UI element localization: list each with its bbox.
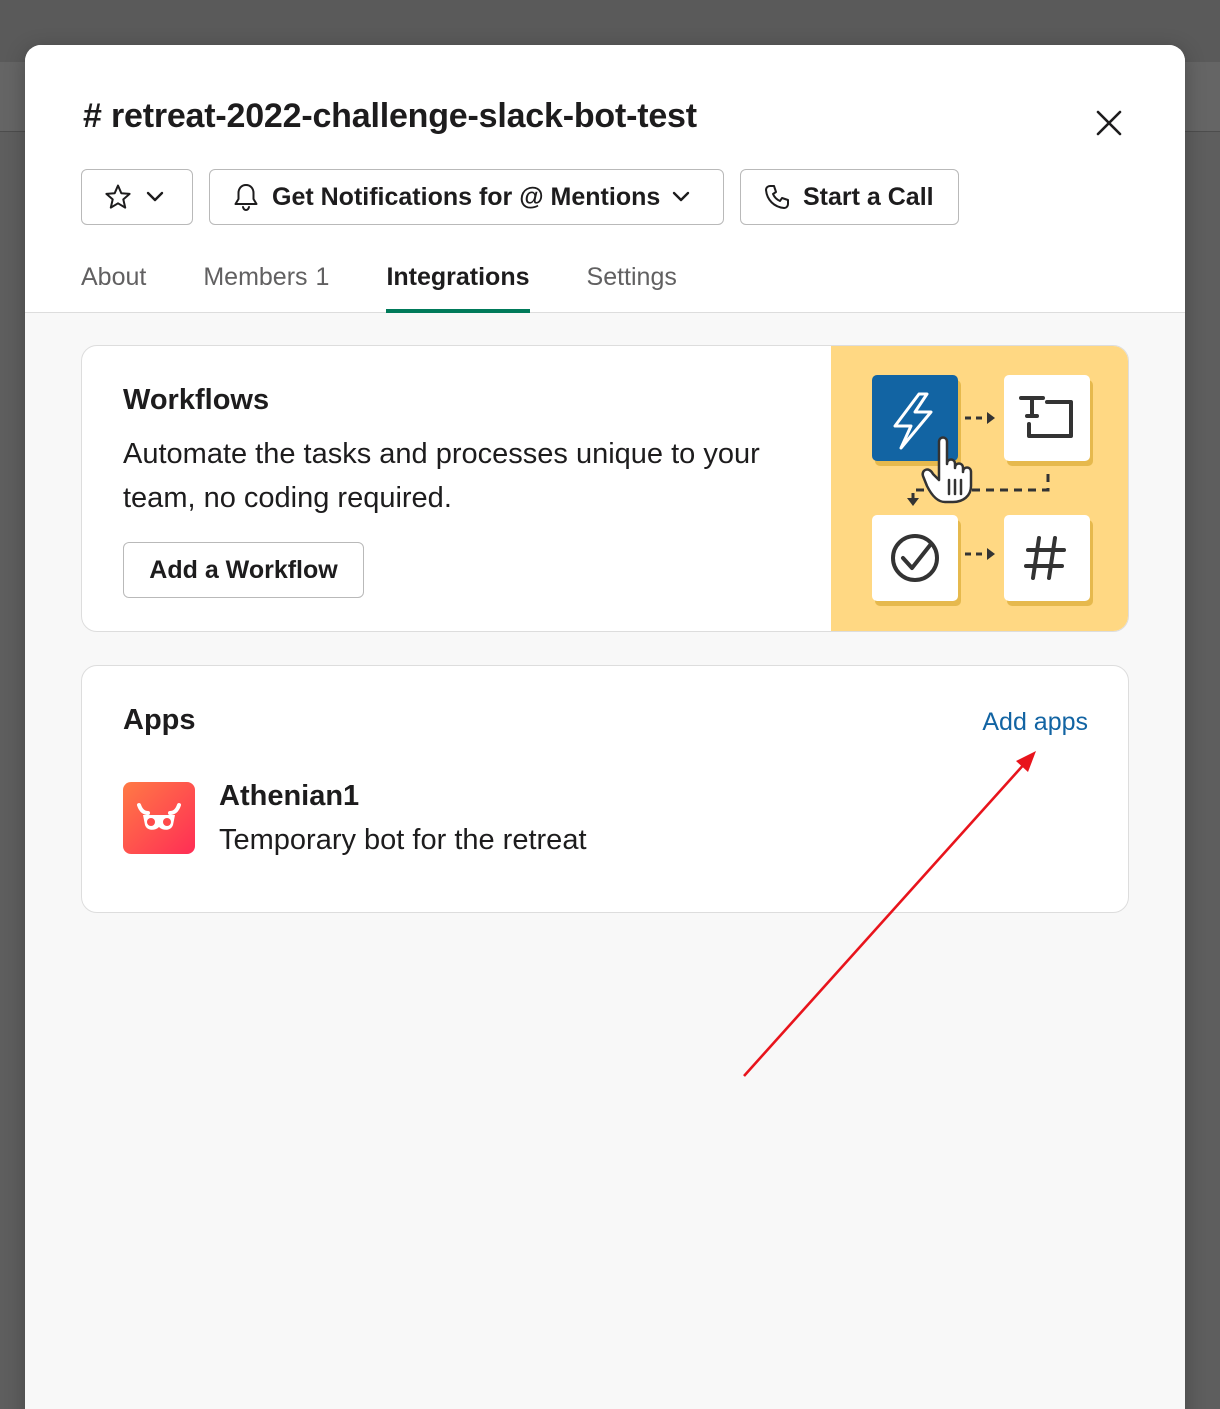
tab-integrations[interactable]: Integrations bbox=[386, 255, 530, 313]
apps-card: Apps Add apps Athenian1 Temporary bot fo… bbox=[81, 665, 1129, 913]
modal-header: # retreat-2022-challenge-slack-bot-test … bbox=[25, 45, 1185, 313]
start-call-button[interactable]: Start a Call bbox=[740, 169, 959, 225]
tab-about-label: About bbox=[81, 263, 147, 291]
tab-members[interactable]: Members 1 bbox=[203, 255, 329, 313]
tab-settings-label: Settings bbox=[586, 263, 677, 291]
chevron-down-icon bbox=[146, 191, 164, 203]
start-call-label: Start a Call bbox=[803, 182, 934, 211]
workflows-title: Workflows bbox=[123, 384, 270, 416]
add-apps-link[interactable]: Add apps bbox=[982, 708, 1088, 737]
channel-details-modal: # retreat-2022-challenge-slack-bot-test … bbox=[25, 45, 1185, 1409]
notifications-button[interactable]: Get Notifications for @ Mentions bbox=[209, 169, 724, 225]
tab-members-label: Members bbox=[203, 263, 308, 291]
close-button[interactable] bbox=[1087, 101, 1131, 145]
bell-icon bbox=[232, 182, 260, 212]
chevron-down-icon bbox=[672, 191, 690, 203]
workflow-illustration bbox=[831, 346, 1128, 631]
tab-about[interactable]: About bbox=[81, 255, 146, 313]
tab-bar: About Members 1 Integrations Settings bbox=[81, 255, 677, 313]
tab-settings[interactable]: Settings bbox=[587, 255, 677, 313]
workflows-card: Workflows Automate the tasks and process… bbox=[81, 345, 1129, 632]
phone-icon bbox=[763, 183, 791, 211]
owl-logo-icon[interactable] bbox=[123, 782, 195, 854]
apps-title: Apps bbox=[123, 704, 196, 736]
app-name[interactable]: Athenian1 bbox=[219, 780, 359, 813]
workflow-diagram-icon bbox=[872, 375, 1093, 606]
app-description: Temporary bot for the retreat bbox=[219, 824, 587, 856]
star-channel-button[interactable] bbox=[81, 169, 193, 225]
notifications-label: Get Notifications for @ Mentions bbox=[272, 182, 661, 211]
header-button-row: Get Notifications for @ Mentions Start a… bbox=[81, 169, 959, 225]
close-icon[interactable] bbox=[1096, 110, 1122, 136]
members-count: 1 bbox=[315, 263, 330, 291]
workflows-description: Automate the tasks and processes unique … bbox=[123, 438, 760, 514]
star-icon bbox=[104, 183, 132, 211]
add-workflow-button[interactable]: Add a Workflow bbox=[123, 542, 364, 598]
channel-title: # retreat-2022-challenge-slack-bot-test bbox=[83, 97, 697, 135]
tab-integrations-label: Integrations bbox=[386, 263, 530, 291]
